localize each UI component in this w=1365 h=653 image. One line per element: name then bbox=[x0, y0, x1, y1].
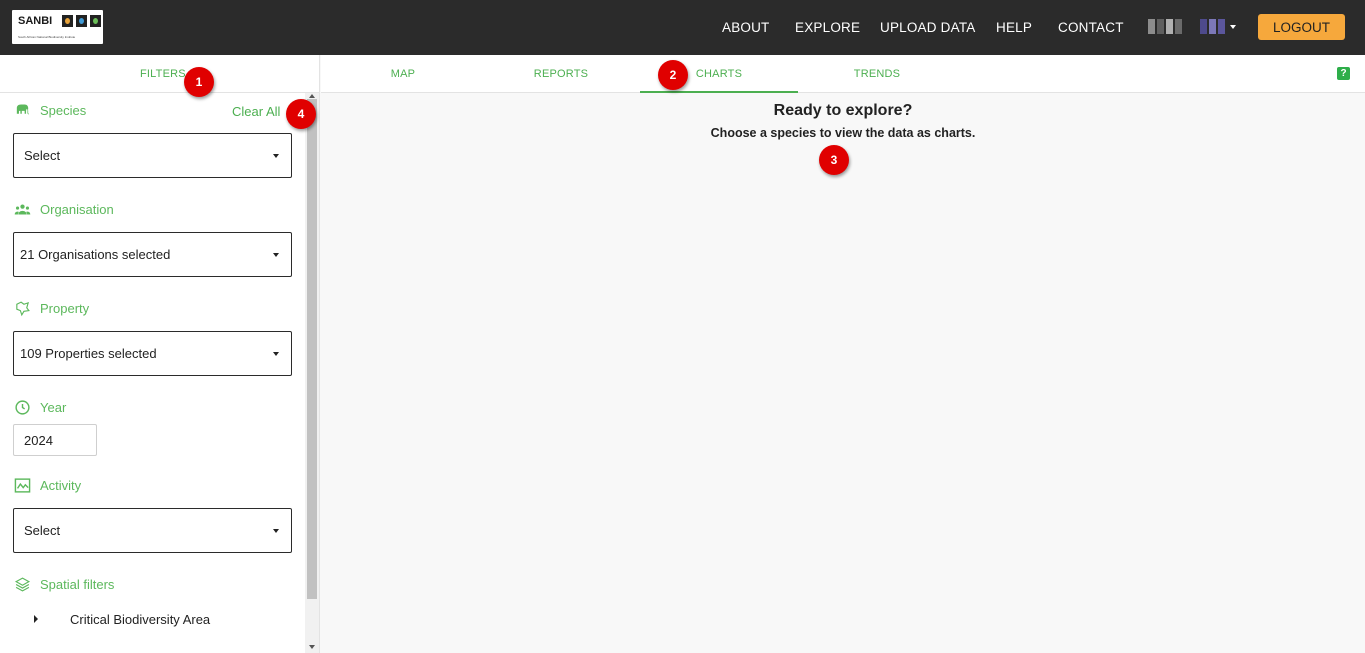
activity-select-value: Select bbox=[24, 523, 61, 538]
user-menu[interactable] bbox=[1148, 19, 1225, 34]
main-tabs: MAP REPORTS CHARTS TRENDS ? bbox=[321, 55, 1365, 93]
chevron-down-icon bbox=[273, 529, 279, 533]
tab-filters-label: FILTERS bbox=[140, 68, 186, 80]
species-select[interactable]: Select bbox=[13, 133, 292, 178]
tab-trends[interactable]: TRENDS bbox=[798, 55, 956, 93]
callout-badge-2: 2 bbox=[658, 60, 688, 90]
nav-contact[interactable]: CONTACT bbox=[1058, 20, 1124, 35]
chevron-down-icon bbox=[273, 154, 279, 158]
nav-explore[interactable]: EXPLORE bbox=[795, 20, 860, 35]
tab-map[interactable]: MAP bbox=[321, 55, 485, 93]
user-menu-chevron-down-icon[interactable] bbox=[1230, 25, 1236, 29]
page-subtitle: Choose a species to view the data as cha… bbox=[710, 126, 976, 140]
activity-select[interactable]: Select bbox=[13, 508, 292, 553]
tab-reports[interactable]: REPORTS bbox=[481, 55, 641, 93]
nav-upload-data[interactable]: UPLOAD DATA bbox=[880, 20, 975, 35]
nav-about[interactable]: ABOUT bbox=[722, 20, 770, 35]
organisation-label: Organisation bbox=[40, 202, 114, 217]
nav-help[interactable]: HELP bbox=[996, 20, 1032, 35]
callout-badge-4: 4 bbox=[286, 99, 316, 129]
property-label: Property bbox=[40, 301, 90, 316]
top-navbar: SANBI South African National Biodiversit… bbox=[0, 0, 1365, 55]
logo-emblem-icon bbox=[62, 15, 73, 27]
spatial-filters-label: Spatial filters bbox=[40, 577, 115, 592]
spatial-item-label: Critical Biodiversity Area bbox=[70, 612, 211, 627]
property-select-value: 109 Properties selected bbox=[20, 346, 157, 361]
logout-button[interactable]: LOGOUT bbox=[1258, 14, 1345, 40]
people-icon bbox=[14, 201, 31, 218]
sidebar-scrollbar[interactable] bbox=[305, 93, 319, 653]
year-label: Year bbox=[40, 400, 67, 415]
organisation-select[interactable]: 21 Organisations selected bbox=[13, 232, 292, 277]
logo-emblem-icon bbox=[76, 15, 87, 27]
callout-badge-1: 1 bbox=[184, 67, 214, 97]
logo-emblem-icon bbox=[90, 15, 101, 27]
species-label: Species bbox=[40, 103, 87, 118]
scrollbar-thumb[interactable] bbox=[307, 99, 317, 599]
chevron-down-icon bbox=[273, 253, 279, 257]
callout-badge-3: 3 bbox=[819, 145, 849, 175]
layers-icon bbox=[14, 576, 31, 593]
scroll-up-icon[interactable] bbox=[309, 94, 315, 98]
tab-filters[interactable]: FILTERS bbox=[0, 55, 320, 93]
activity-label: Activity bbox=[40, 478, 82, 493]
scroll-down-icon[interactable] bbox=[309, 645, 315, 649]
chevron-down-icon bbox=[273, 352, 279, 356]
elephant-icon bbox=[14, 101, 31, 118]
property-select[interactable]: 109 Properties selected bbox=[13, 331, 292, 376]
organisation-select-value: 21 Organisations selected bbox=[20, 247, 171, 262]
map-pin-icon bbox=[14, 300, 31, 317]
expand-arrow-icon[interactable] bbox=[34, 615, 38, 623]
help-icon[interactable]: ? bbox=[1337, 67, 1350, 80]
clear-all-button[interactable]: Clear All bbox=[232, 104, 280, 119]
logo-subtext: South African National Biodiversity Inst… bbox=[18, 35, 76, 39]
year-input[interactable] bbox=[13, 424, 97, 456]
activity-chart-icon bbox=[14, 477, 31, 494]
logo-text: SANBI bbox=[18, 15, 53, 27]
sanbi-logo[interactable]: SANBI South African National Biodiversit… bbox=[12, 10, 103, 44]
page-title: Ready to explore? bbox=[773, 102, 913, 119]
clock-icon bbox=[14, 399, 31, 416]
species-select-value: Select bbox=[24, 148, 61, 163]
